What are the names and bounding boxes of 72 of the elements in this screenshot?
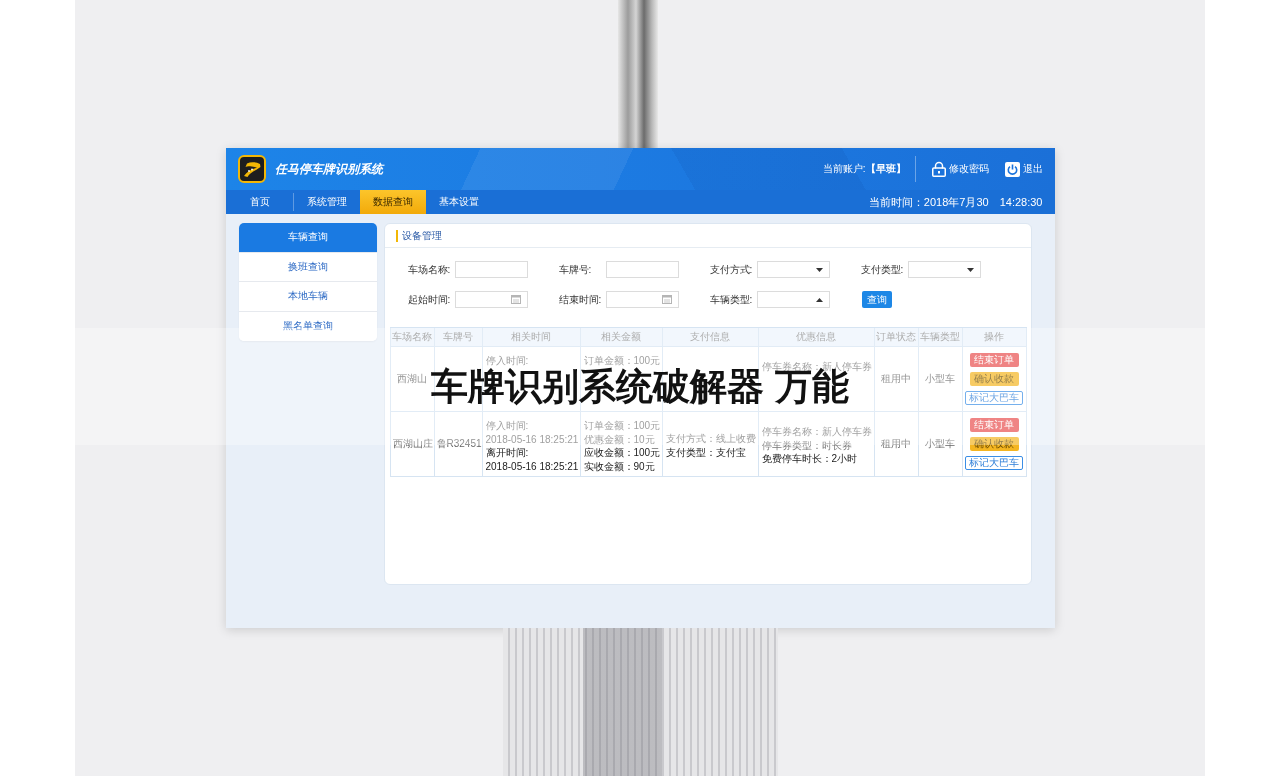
sidebar-item[interactable]: 黑名单查询 — [238, 311, 377, 341]
end-order-button[interactable]: 结束订单 — [969, 418, 1019, 432]
end-order-button[interactable]: 结束订单 — [969, 353, 1019, 367]
nav-tab[interactable]: 首页 — [236, 190, 283, 214]
table-cell: 小型车 — [918, 346, 962, 412]
current-clock-text: 14:28:30 — [999, 196, 1043, 208]
sidebar-item[interactable]: 车辆查询 — [238, 223, 377, 253]
table-cell: 租用中 — [874, 346, 918, 412]
column-header: 订单状态 — [874, 327, 918, 347]
amount-detail-text: 实收金额：90元 — [583, 459, 656, 473]
column-header: 相关金额 — [580, 327, 662, 347]
table-cell: 小型车 — [918, 411, 962, 477]
field-label: 车场名称: — [407, 262, 452, 277]
calendar-icon — [510, 295, 521, 304]
nav-tab[interactable]: 系统管理 — [293, 190, 360, 214]
search-button[interactable]: 查询 — [861, 291, 892, 308]
field-label: 支付方式: — [709, 262, 754, 277]
field-label: 结束时间: — [558, 292, 603, 307]
sidebar-item[interactable]: 本地车辆 — [238, 282, 377, 312]
time-detail-text: 停入时间: — [485, 354, 530, 368]
field-label: 车辆类型: — [709, 292, 754, 307]
power-icon — [1004, 161, 1020, 177]
time-detail-text: 离开时间: — [485, 446, 530, 460]
column-header: 优惠信息 — [758, 327, 874, 347]
date-field[interactable] — [454, 291, 528, 308]
amount-detail-text: 订单金额：100元 — [583, 354, 662, 367]
confirm-payment-button[interactable]: 确认收款 — [969, 437, 1019, 451]
text-field[interactable] — [605, 261, 679, 278]
app-logo-icon — [237, 155, 266, 183]
confirm-payment-button[interactable]: 确认收款 — [969, 372, 1019, 386]
column-header: 车场名称 — [390, 327, 434, 347]
column-header: 相关时间 — [482, 327, 580, 347]
amount-detail-text: 应收金额：100元 — [583, 446, 662, 460]
logout-button[interactable]: 退出 — [1004, 161, 1043, 177]
account-text: 当前账户:【早班】 — [822, 162, 906, 176]
date-field[interactable] — [605, 291, 679, 308]
discount-detail-text: 免费停车时长：2小时 — [761, 452, 859, 466]
discount-detail-text: 停车券名称：新人停车券 — [761, 425, 873, 439]
current-date-text: 当前时间：2018年7月30 — [868, 194, 989, 210]
dropdown-field[interactable] — [756, 291, 830, 308]
table-cell: 鲁R32451 — [434, 411, 482, 477]
field-label: 支付类型: — [860, 262, 905, 277]
table-cell: 西湖山庄 — [390, 411, 434, 477]
calendar-icon — [661, 295, 672, 304]
accent-bar-icon — [395, 229, 398, 242]
lock-icon — [931, 161, 946, 177]
panel-title: 设备管理 — [401, 228, 442, 243]
field-label: 起始时间: — [407, 292, 452, 307]
field-label: 车牌号: — [558, 262, 593, 277]
text-field[interactable] — [454, 261, 528, 278]
time-detail-text: 停入时间: — [485, 419, 530, 433]
time-detail-text: 2018-05-16 18:25:21 — [485, 432, 580, 446]
discount-detail-text: 停车券类型：时长券 — [761, 438, 853, 452]
amount-detail-text: 订单金额：100元 — [583, 419, 662, 433]
app-title: 任马停车牌识别系统 — [274, 160, 383, 178]
dropdown-field[interactable] — [756, 261, 830, 278]
column-header: 车辆类型 — [918, 327, 962, 347]
nav-tab[interactable]: 基本设置 — [425, 190, 492, 214]
payment-detail-text: 支付方式：线上收费 — [665, 432, 757, 446]
nav-tab[interactable]: 数据查询 — [359, 190, 426, 214]
sidebar-item[interactable]: 换班查询 — [238, 252, 377, 282]
change-password-button[interactable]: 修改密码 — [931, 161, 989, 177]
dropdown-field[interactable] — [907, 261, 981, 278]
table-cell: 租用中 — [874, 411, 918, 477]
mark-bus-button[interactable]: 标记大巴车 — [965, 456, 1023, 470]
column-header: 支付信息 — [662, 327, 758, 347]
column-header: 操作 — [962, 327, 1026, 347]
column-header: 车牌号 — [434, 327, 482, 347]
time-detail-text: 2018-05-16 18:25:21 — [485, 459, 580, 473]
mark-bus-button[interactable]: 标记大巴车 — [965, 391, 1023, 405]
payment-detail-text: 支付类型：支付宝 — [665, 445, 747, 459]
amount-detail-text: 优惠金额：10元 — [583, 432, 656, 446]
